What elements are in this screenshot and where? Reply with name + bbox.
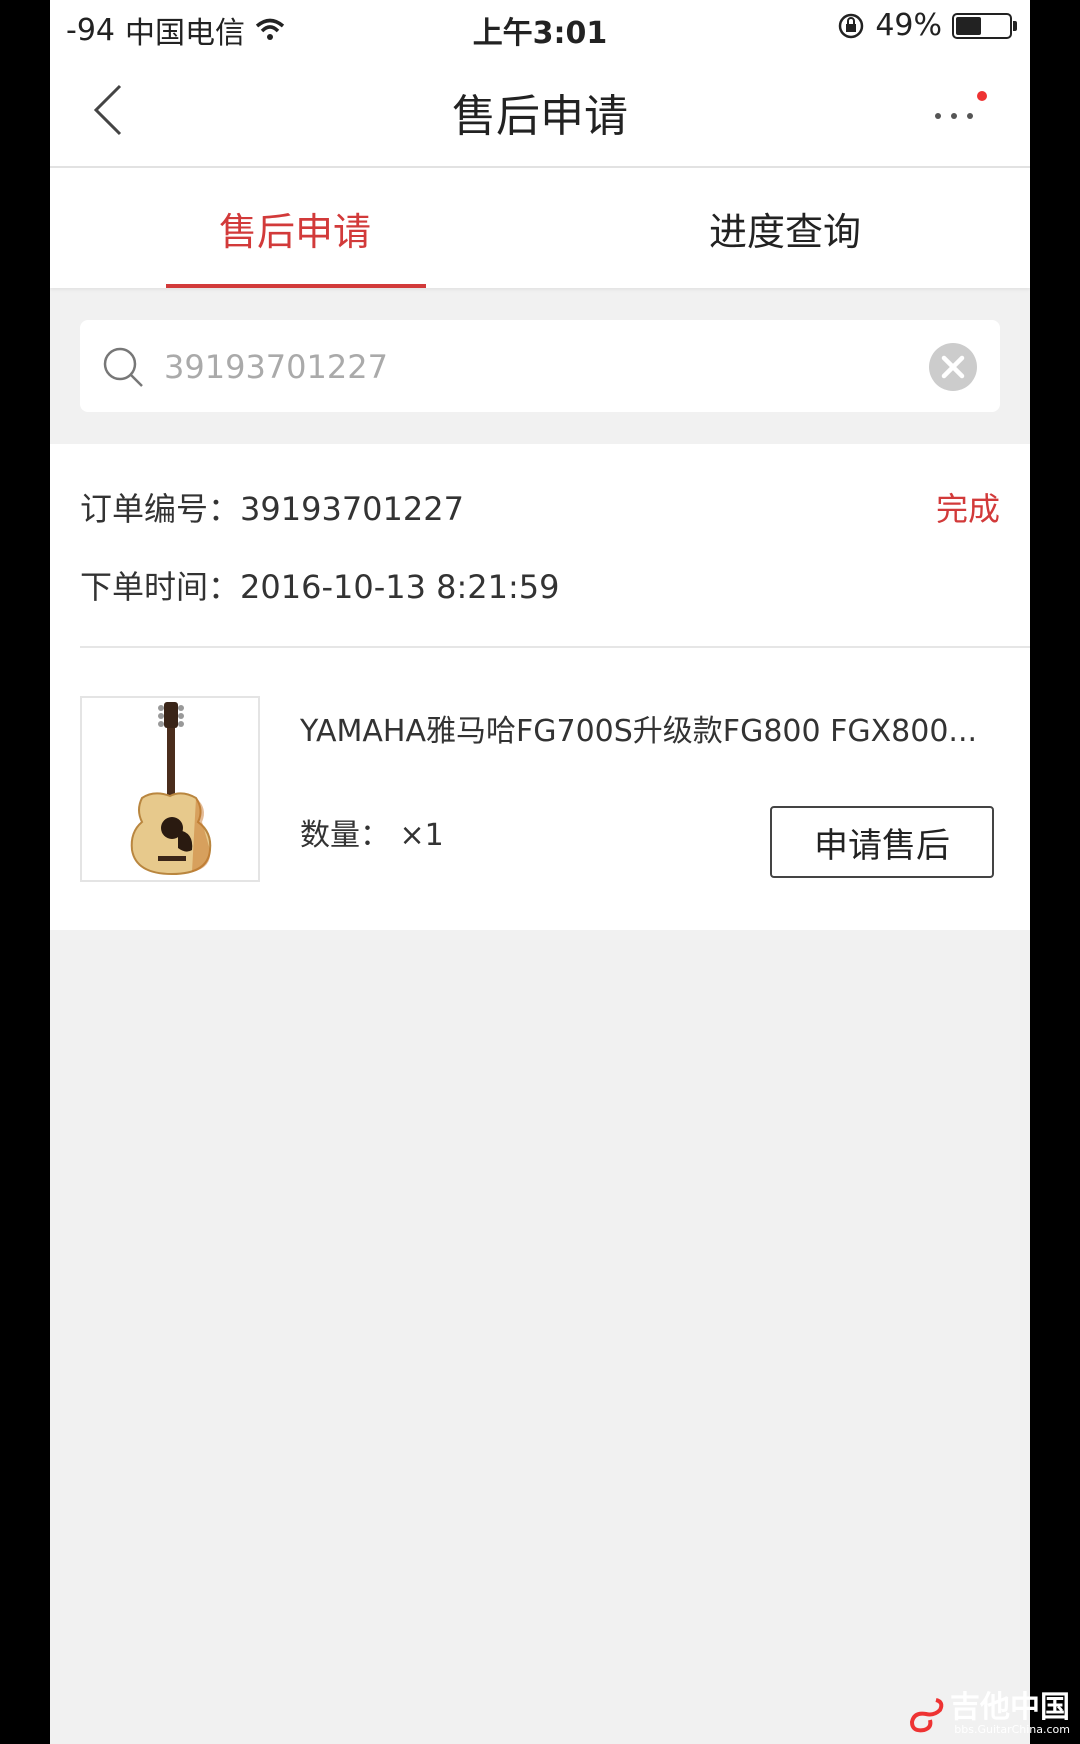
rotation-lock-icon	[837, 12, 865, 40]
order-time-row: 下单时间：2016-10-13 8:21:59	[80, 562, 560, 608]
app-screen: -94 中国电信 上午3:01 49% 售后申请 售后申请 进度查询 39193…	[50, 0, 1030, 1744]
product-image[interactable]	[80, 696, 260, 882]
apply-after-sales-button[interactable]: 申请售后	[770, 806, 994, 878]
order-number: 39193701227	[240, 490, 464, 528]
order-time: 2016-10-13 8:21:59	[240, 568, 560, 606]
watermark-text: 吉他中国	[950, 1690, 1070, 1725]
search-input[interactable]	[162, 320, 866, 414]
battery-icon	[952, 12, 1017, 39]
divider	[80, 646, 1030, 648]
battery-percent: 49%	[875, 8, 942, 43]
clear-search-button[interactable]	[928, 342, 978, 392]
active-tab-indicator	[166, 284, 426, 288]
order-number-row: 订单编号：39193701227	[80, 484, 464, 530]
order-card: 订单编号：39193701227 完成 下单时间：2016-10-13 8:21…	[50, 444, 1030, 930]
battery-fill	[956, 16, 981, 35]
watermark-text-block: 吉他中国 bbs.GuitarChina.com	[950, 1690, 1070, 1737]
nav-bar: 售后申请	[50, 54, 1030, 168]
clear-icon	[929, 343, 977, 391]
quantity-label: 数量：	[300, 818, 390, 853]
quantity-value: ×1	[399, 818, 444, 853]
order-status: 完成	[935, 490, 1000, 528]
guitar-logo-icon	[909, 1697, 944, 1732]
order-time-label: 下单时间：	[80, 568, 241, 606]
tab-bar: 售后申请 进度查询	[50, 168, 1030, 288]
guitar-image	[130, 702, 212, 876]
search-box	[80, 320, 1000, 414]
product-title[interactable]: YAMAHA雅马哈FG700S升级款FG800 FGX800...	[300, 706, 990, 750]
watermark: 吉他中国 bbs.GuitarChina.com	[906, 1693, 1070, 1736]
status-bar: -94 中国电信 上午3:01 49%	[50, 0, 1030, 54]
status-right: 49%	[837, 8, 1017, 43]
tab-progress-query[interactable]: 进度查询	[540, 168, 1030, 288]
more-icon	[935, 91, 987, 119]
page-title: 售后申请	[452, 91, 628, 142]
tab-after-sales-apply[interactable]: 售后申请	[50, 168, 540, 288]
more-button[interactable]	[928, 84, 998, 134]
watermark-subtext: bbs.GuitarChina.com	[954, 1723, 1070, 1736]
order-number-label: 订单编号：	[80, 490, 241, 528]
search-icon	[102, 346, 146, 394]
quantity-row: 数量： ×1	[300, 810, 444, 854]
